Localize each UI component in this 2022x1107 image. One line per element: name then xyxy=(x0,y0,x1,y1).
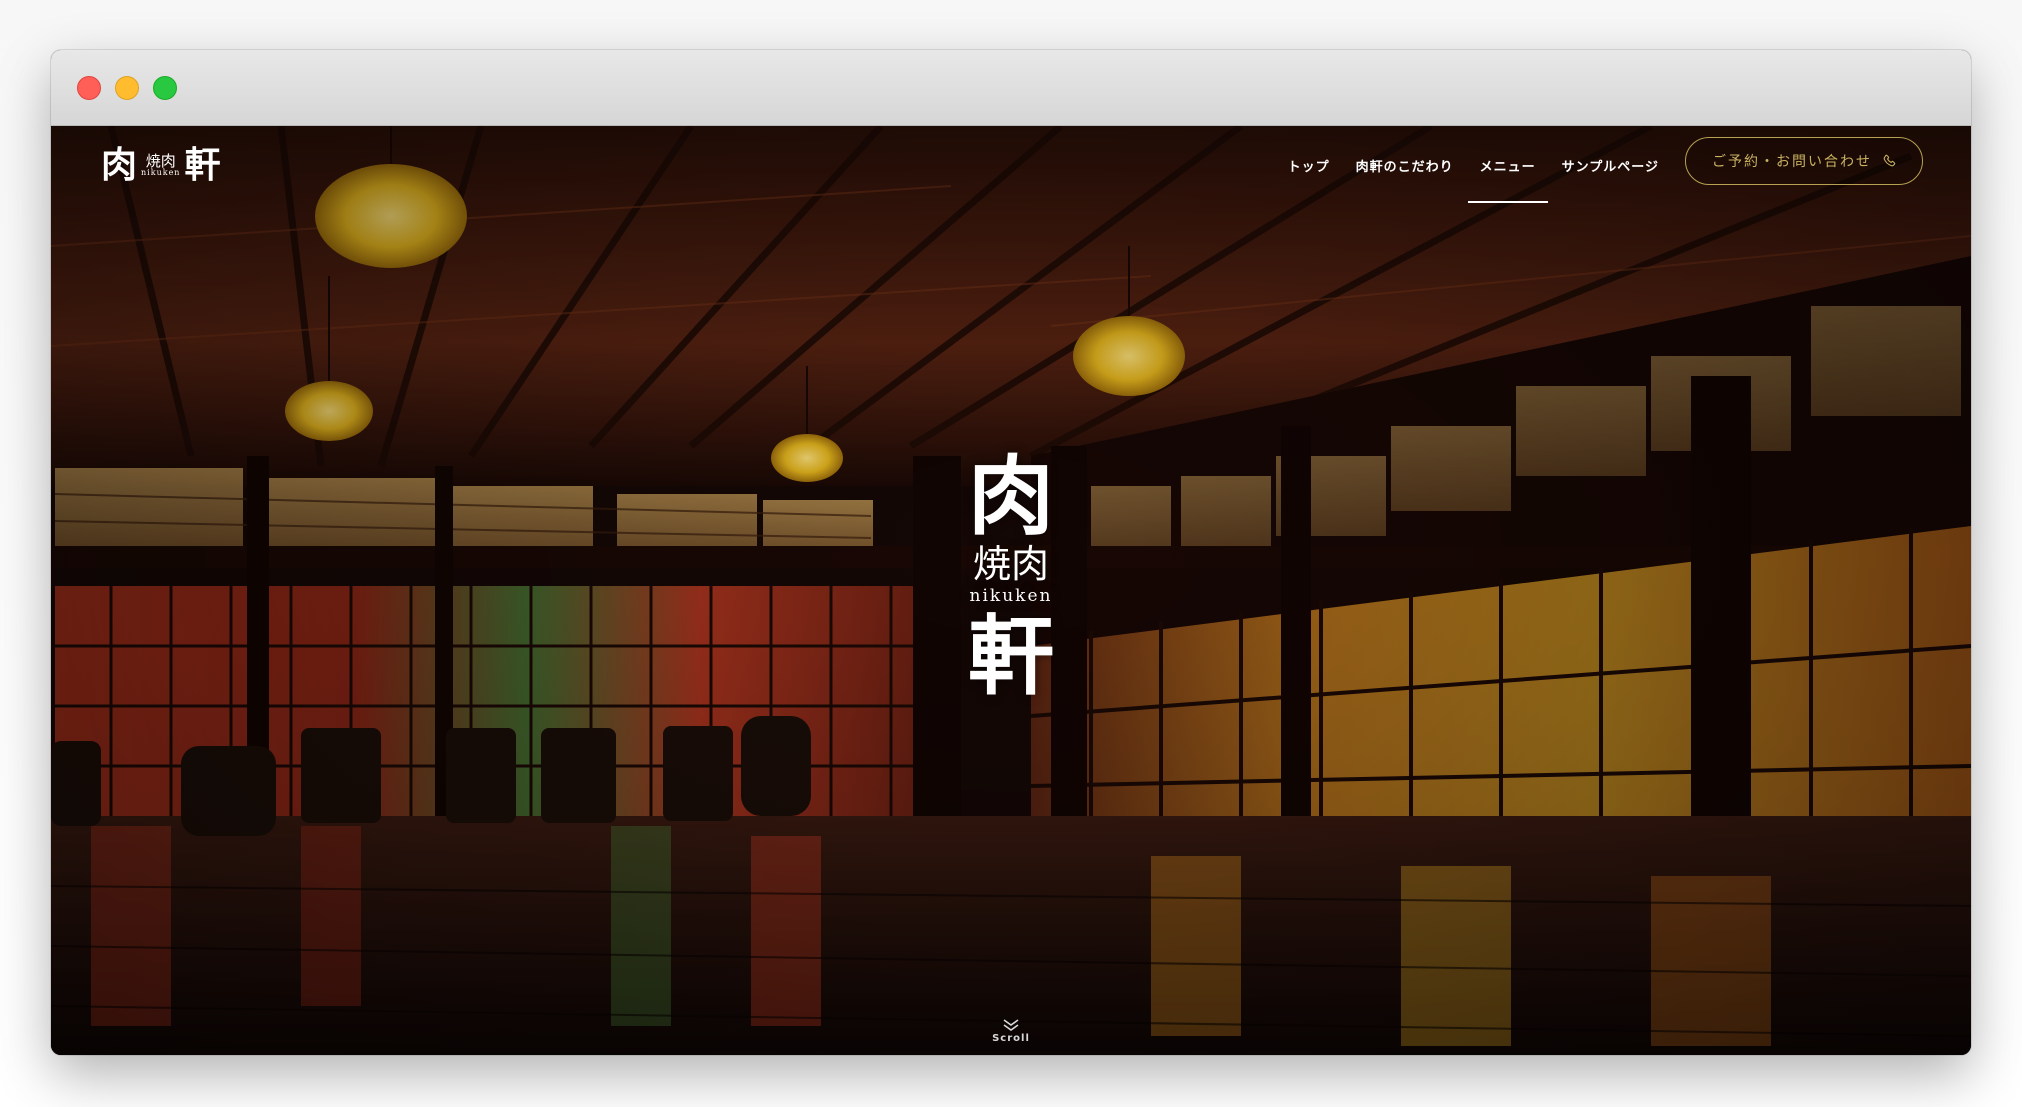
logo-roman-text: nikuken xyxy=(141,168,181,178)
window-maximize-button[interactable] xyxy=(153,76,177,100)
hero-logo-niku-glyph: 肉 xyxy=(968,446,1054,547)
window-close-button[interactable] xyxy=(77,76,101,100)
window-titlebar xyxy=(51,50,1971,126)
nav-item-kodawari[interactable]: 肉軒のこだわり xyxy=(1356,150,1454,203)
nav-item-menu[interactable]: メニュー xyxy=(1467,150,1548,203)
nav-item-top[interactable]: トップ xyxy=(1288,150,1330,203)
logo-niku-glyph: 肉 xyxy=(101,144,138,186)
scroll-label: Scroll xyxy=(992,1033,1030,1044)
hero-logo-ken-glyph: 軒 xyxy=(968,606,1054,708)
phone-icon xyxy=(1883,154,1896,167)
main-nav: トップ 肉軒のこだわり メニュー サンプルページ xyxy=(1288,150,1659,203)
site-viewport: 肉 焼肉 nikuken 軒 トップ 肉軒のこだわり メニュー サンプルページ … xyxy=(51,126,1971,1055)
logo-yakiniku-text: 焼肉 xyxy=(145,151,176,170)
logo-ken-glyph: 軒 xyxy=(184,144,221,186)
scroll-indicator[interactable]: Scroll xyxy=(981,1018,1041,1044)
hero-logo-yakiniku-text: 焼肉 xyxy=(972,542,1049,586)
page-background: 肉 焼肉 nikuken 軒 トップ 肉軒のこだわり メニュー サンプルページ … xyxy=(0,0,2022,1107)
site-logo[interactable]: 肉 焼肉 nikuken 軒 xyxy=(101,142,220,188)
nav-item-sample-page[interactable]: サンプルページ xyxy=(1562,150,1659,203)
hero-logo-roman-text: nikuken xyxy=(969,585,1053,606)
double-chevron-down-icon xyxy=(1003,1019,1019,1031)
reservation-contact-button[interactable]: ご予約・お問い合わせ xyxy=(1685,137,1923,185)
browser-window: 肉 焼肉 nikuken 軒 トップ 肉軒のこだわり メニュー サンプルページ … xyxy=(51,50,1971,1055)
logo-middle: 焼肉 nikuken xyxy=(141,153,180,178)
window-minimize-button[interactable] xyxy=(115,76,139,100)
hero-center-logo: 肉 焼肉 nikuken 軒 xyxy=(957,454,1065,700)
reservation-button-label: ご予約・お問い合わせ xyxy=(1712,154,1872,170)
